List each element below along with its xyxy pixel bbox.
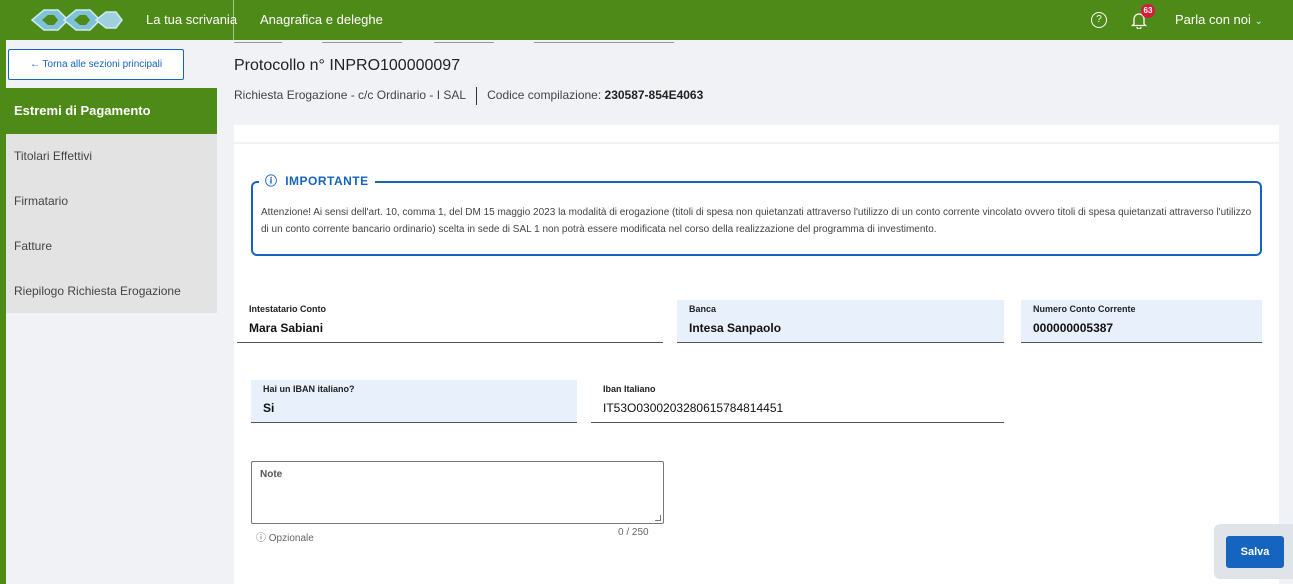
resize-handle-icon[interactable] [655,515,661,521]
note-char-counter: 0 / 250 [618,527,649,538]
banca-value: Intesa Sanpaolo [689,321,782,335]
important-title-text: IMPORTANTE [285,174,369,188]
chat-menu[interactable]: Parla con noi ⌄ [1175,12,1263,27]
back-to-main-sections-button[interactable]: ← Torna alle sezioni principali [8,49,184,80]
page-subtitle: Richiesta Erogazione - c/c Ordinario - I… [234,87,703,105]
info-icon: ⓘ [265,174,278,188]
note-textarea[interactable]: Note [251,461,664,524]
code-value: 230587-854E4063 [604,88,704,103]
nav-divider [233,0,234,40]
iban-italiano-select[interactable]: Hai un IBAN italiano? Si [251,380,577,423]
important-title: ⓘ IMPORTANTE [259,172,375,189]
scrollbar[interactable] [1283,40,1293,584]
request-type: Richiesta Erogazione - c/c Ordinario - I… [234,88,467,103]
card-top-strip [234,125,1279,142]
important-text: Attenzione! Ai sensi dell'art. 10, comma… [261,207,1252,235]
nav-la-tua-scrivania[interactable]: La tua scrivania [146,12,237,27]
sidebar-item-firmatario[interactable]: Firmatario [6,179,217,224]
sidebar-item-titolari-effettivi[interactable]: Titolari Effettivi [6,134,217,179]
iban-italiano-value: IT53O0300203280615784814451 [603,401,784,415]
notification-badge: 63 [1141,4,1155,18]
numero-conto-label: Numero Conto Corrente [1033,304,1136,314]
help-icon[interactable]: ? [1091,12,1107,28]
chevron-down-icon: ⌄ [1254,16,1263,27]
banca-field[interactable]: Banca Intesa Sanpaolo [677,300,1004,343]
page-header: Protocollo n° INPRO100000097 Richiesta E… [234,40,1279,125]
sidebar-item-fatture[interactable]: Fatture [6,224,217,269]
iban-italiano-label: Iban Italiano [603,384,656,394]
banca-label: Banca [689,304,717,314]
note-optional-hint: ⓘ Opzionale [256,533,314,544]
save-action-panel: Salva [1214,524,1293,579]
intestatario-conto-value: Mara Sabiani [249,321,324,335]
iban-italiano-question-value: Si [263,401,275,415]
code-label: Codice compilazione: [487,88,602,103]
numero-conto-field[interactable]: Numero Conto Corrente 000000005387 [1021,300,1262,343]
iban-italiano-question-label: Hai un IBAN italiano? [263,384,355,394]
nav-anagrafica-deleghe[interactable]: Anagrafica e deleghe [260,12,383,27]
sidebar-item-estremi-pagamento[interactable]: Estremi di Pagamento [6,88,217,134]
top-navbar: La tua scrivania Anagrafica e deleghe ? … [0,0,1293,40]
intestatario-conto-field[interactable]: Intestatario Conto Mara Sabiani [237,300,663,343]
sidebar-item-riepilogo[interactable]: Riepilogo Richiesta Erogazione [6,269,217,314]
note-label: Note [260,469,283,480]
important-notice: Attenzione! Ai sensi dell'art. 10, comma… [251,181,1262,256]
numero-conto-value: 000000005387 [1033,321,1114,335]
iban-italiano-field[interactable]: Iban Italiano IT53O030020328061578481445… [591,380,1004,423]
subtitle-divider [476,87,478,105]
clipped-breadcrumb [234,40,734,46]
save-button[interactable]: Salva [1226,536,1284,568]
intestatario-conto-label: Intestatario Conto [249,304,327,314]
page-title: Protocollo n° INPRO100000097 [234,57,461,74]
brand-logo[interactable] [28,7,124,33]
main-card: Attenzione! Ai sensi dell'art. 10, comma… [234,144,1279,584]
sidebar-menu: Estremi di Pagamento Titolari Effettivi … [6,88,217,313]
sidebar: ← Torna alle sezioni principali Estremi … [6,40,217,584]
chat-label: Parla con noi [1175,12,1251,27]
